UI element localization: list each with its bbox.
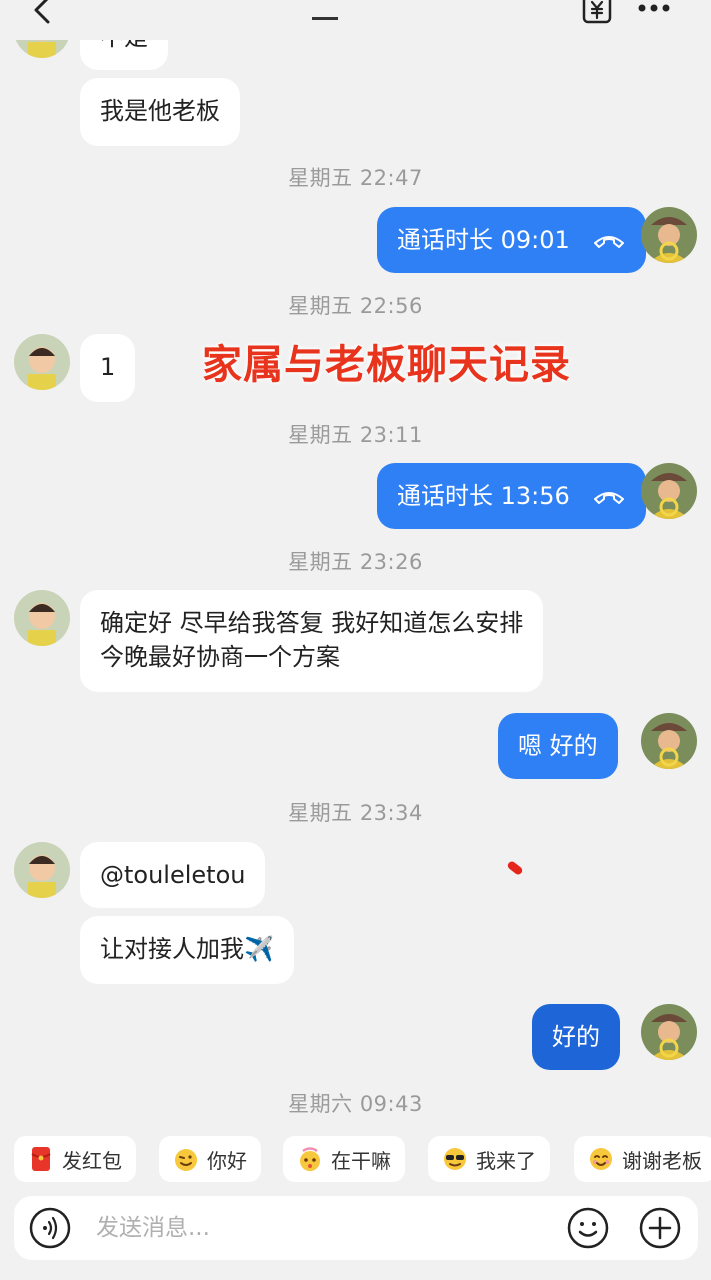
user-avatar-icon — [641, 463, 697, 519]
quick-reply-red-envelope[interactable]: 发红包 — [14, 1136, 136, 1182]
wink-emoji-icon — [175, 1149, 197, 1171]
message-bubble-outgoing[interactable]: 嗯 好的 — [498, 713, 618, 779]
message-text-line: 今晚最好协商一个方案 — [100, 643, 340, 671]
timestamp: 星期五 22:47 — [288, 166, 423, 190]
message-bubble-incoming[interactable]: 我是他老板 — [80, 78, 240, 146]
quick-reply-label: 发红包 — [62, 1148, 122, 1173]
quick-reply-what-doing[interactable]: 在干嘛 — [283, 1136, 405, 1182]
message-text: 我是他老板 — [100, 97, 220, 125]
thanks-emoji-icon — [590, 1148, 612, 1170]
plus-icon — [639, 1207, 681, 1249]
quick-reply-hello[interactable]: 你好 — [159, 1136, 261, 1182]
message-input-bar — [14, 1196, 698, 1260]
avatar-self[interactable] — [641, 1004, 697, 1060]
quick-reply-thanks-boss[interactable]: 谢谢老板 — [574, 1136, 711, 1182]
red-envelope-icon — [31, 1147, 51, 1171]
top-bar — [0, 0, 711, 40]
curious-emoji-icon — [300, 1147, 320, 1171]
avatar-contact[interactable] — [14, 334, 70, 390]
call-record-bubble[interactable]: 通话时长 09:01 — [377, 207, 646, 273]
sunglasses-emoji-icon — [444, 1148, 466, 1170]
user-avatar-icon — [641, 1004, 697, 1060]
boy-avatar-icon — [14, 590, 70, 646]
avatar-contact[interactable] — [14, 842, 70, 898]
transfer-button[interactable] — [580, 0, 614, 28]
user-avatar-icon — [641, 713, 697, 769]
message-text: 1 — [100, 353, 116, 381]
message-bubble-incoming[interactable]: 让对接人加我✈️ — [80, 916, 294, 984]
message-text: 嗯 好的 — [518, 732, 598, 760]
message-bubble-incoming[interactable]: 1 — [80, 334, 136, 402]
avatar-self[interactable] — [641, 207, 697, 263]
quick-reply-label: 我来了 — [476, 1148, 536, 1173]
timestamp: 星期五 23:34 — [288, 801, 423, 825]
yuan-transfer-icon — [582, 0, 612, 24]
call-record-bubble[interactable]: 通话时长 13:56 — [377, 463, 646, 529]
message-bubble-incoming[interactable]: @touleletou — [80, 842, 266, 908]
back-button[interactable] — [28, 0, 58, 28]
message-text-line: 确定好 尽早给我答复 我好知道怎么安排 — [100, 609, 524, 637]
smiley-icon — [567, 1207, 609, 1249]
phone-hangup-icon — [593, 492, 624, 504]
more-actions-button[interactable] — [638, 1206, 682, 1250]
avatar-self[interactable] — [641, 713, 697, 769]
boy-avatar-icon — [14, 842, 70, 898]
quick-reply-coming[interactable]: 我来了 — [428, 1136, 550, 1182]
red-mark — [506, 859, 524, 877]
user-avatar-icon — [641, 207, 697, 263]
message-text: 让对接人加我✈️ — [100, 935, 274, 963]
chevron-left-icon — [34, 0, 50, 24]
message-bubble-incoming[interactable]: 确定好 尽早给我答复 我好知道怎么安排 今晚最好协商一个方案 — [80, 590, 544, 692]
message-text: 好的 — [552, 1023, 600, 1051]
message-text: @touleletou — [100, 861, 246, 889]
avatar-self[interactable] — [641, 463, 697, 519]
message-input[interactable] — [96, 1210, 496, 1246]
message-bubble-outgoing[interactable]: 好的 — [532, 1004, 620, 1070]
quick-reply-label: 谢谢老板 — [622, 1148, 702, 1173]
title-bar-indicator — [312, 17, 338, 20]
timestamp: 星期五 23:26 — [288, 550, 423, 574]
more-dots-icon — [638, 4, 670, 12]
boy-avatar-icon — [14, 334, 70, 390]
avatar-contact[interactable] — [14, 590, 70, 646]
quick-reply-label: 你好 — [207, 1148, 247, 1173]
emoji-button[interactable] — [566, 1206, 610, 1250]
timestamp: 星期六 09:43 — [288, 1092, 423, 1116]
voice-button[interactable] — [28, 1206, 72, 1250]
call-duration-text: 通话时长 13:56 — [397, 482, 570, 510]
timestamp: 星期五 23:11 — [288, 423, 423, 447]
quick-reply-bar: 发红包 你好 在干嘛 我来了 谢谢老板 — [0, 1136, 711, 1182]
more-button[interactable] — [636, 0, 672, 20]
quick-reply-label: 在干嘛 — [331, 1148, 391, 1173]
overlay-caption: 家属与老板聊天记录 — [202, 342, 571, 388]
call-duration-text: 通话时长 09:01 — [397, 226, 570, 254]
voice-icon — [29, 1207, 71, 1249]
timestamp: 星期五 22:56 — [288, 294, 423, 318]
phone-hangup-icon — [593, 236, 624, 248]
